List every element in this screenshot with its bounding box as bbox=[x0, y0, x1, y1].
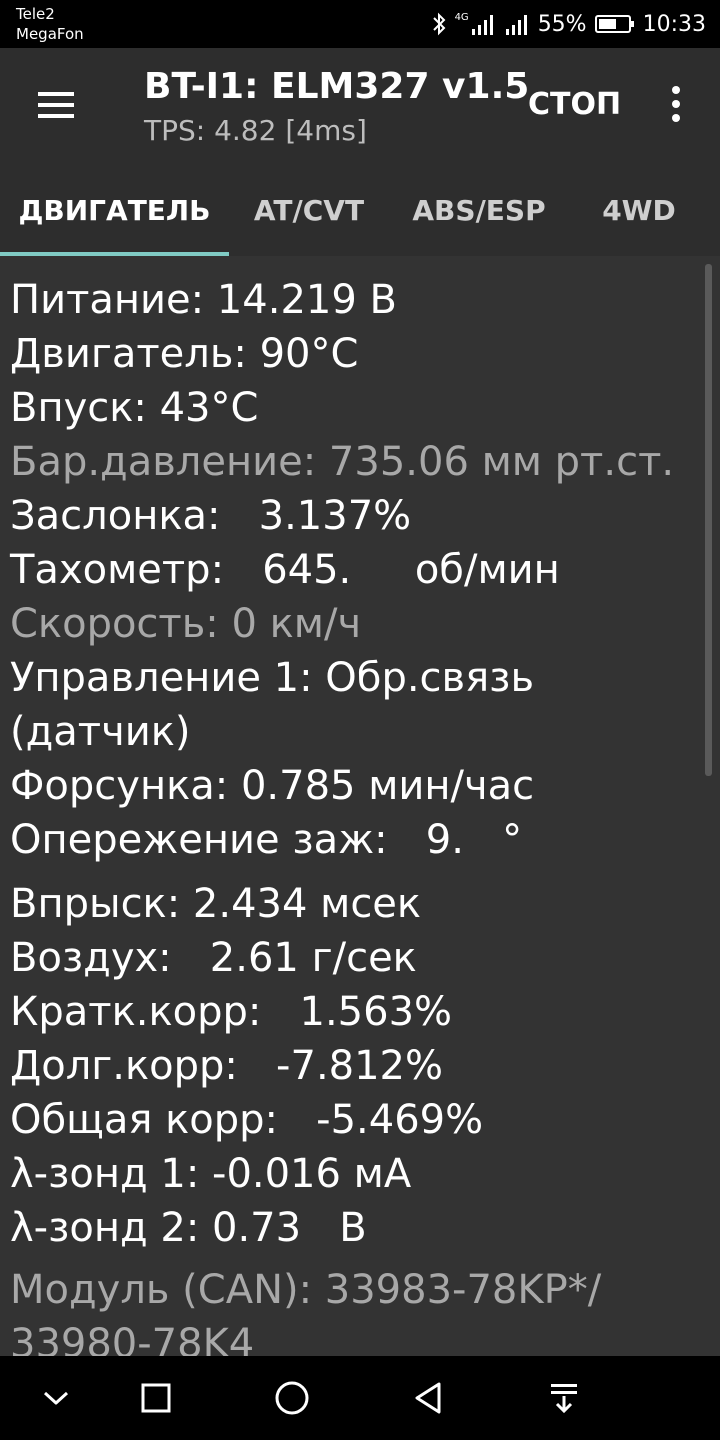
reading-injection: Впрыск: 2.434 мсек bbox=[10, 881, 422, 927]
scrollbar[interactable] bbox=[705, 264, 712, 776]
tab-abs-esp[interactable]: ABS/ESP bbox=[389, 164, 569, 256]
reading-throttle: Заслонка: 3.137% bbox=[10, 493, 412, 539]
reading-short-term-trim: Кратк.корр: 1.563% bbox=[10, 989, 453, 1035]
status-bar: Tele2 MegaFon 4G 55% 10:33 bbox=[0, 0, 720, 48]
recents-button[interactable] bbox=[128, 1370, 184, 1426]
reading-long-term-trim: Долг.корр: -7.812% bbox=[10, 1043, 444, 1089]
reading-control-mode: Управление 1: Обр.связь bbox=[10, 655, 535, 701]
reading-injector: Форсунка: 0.785 мин/час bbox=[10, 763, 535, 809]
system-nav-bar bbox=[0, 1356, 720, 1440]
network-type-label: 4G bbox=[454, 12, 469, 23]
tab-engine[interactable]: ДВИГАТЕЛЬ bbox=[0, 164, 229, 256]
menu-button[interactable] bbox=[30, 80, 80, 130]
tab-at-cvt[interactable]: AT/CVT bbox=[229, 164, 389, 256]
reading-engine-temp: Двигатель: 90°C bbox=[10, 331, 359, 377]
cellular-signal-1-icon: 4G bbox=[455, 13, 496, 35]
tab-4wd[interactable]: 4WD bbox=[569, 164, 709, 256]
hamburger-icon bbox=[38, 92, 74, 118]
collapse-nav-button[interactable] bbox=[28, 1370, 84, 1426]
carrier-names: Tele2 MegaFon bbox=[16, 4, 84, 44]
back-button[interactable] bbox=[400, 1370, 456, 1426]
app-subtitle: TPS: 4.82 [4ms] bbox=[144, 114, 367, 147]
app-bar: BT-I1: ELM327 v1.5 TPS: 4.82 [4ms] СТОП bbox=[0, 48, 720, 164]
clock: 10:33 bbox=[642, 11, 706, 37]
overflow-menu-button[interactable] bbox=[660, 82, 692, 126]
engine-readings-list[interactable]: Питание: 14.219 В Двигатель: 90°C Впуск:… bbox=[0, 256, 720, 1356]
carrier-2: MegaFon bbox=[16, 25, 84, 43]
reading-barometric-pressure: Бар.давление: 735.06 мм рт.ст. bbox=[10, 439, 675, 485]
square-icon bbox=[141, 1383, 171, 1413]
reading-module-can-cont: 33980-78K4 bbox=[10, 1321, 255, 1356]
reading-lambda-2: λ-зонд 2: 0.73 В bbox=[10, 1205, 367, 1251]
reading-supply-voltage: Питание: 14.219 В bbox=[10, 277, 397, 323]
more-vert-icon bbox=[672, 86, 680, 122]
app-title: BT-I1: ELM327 v1.5 bbox=[144, 66, 530, 107]
reading-tachometer: Тахометр: 645. об/мин bbox=[10, 547, 560, 593]
status-icons: 4G 55% 10:33 bbox=[431, 8, 706, 40]
carrier-1: Tele2 bbox=[16, 5, 55, 23]
reading-ignition-advance: Опережение заж: 9. ° bbox=[10, 817, 523, 863]
bluetooth-icon bbox=[431, 12, 447, 36]
back-triangle-icon bbox=[415, 1382, 441, 1414]
reading-module-can: Модуль (CAN): 33983-78KP*/ bbox=[10, 1267, 602, 1313]
notification-pull-button[interactable] bbox=[536, 1370, 592, 1426]
reading-lambda-1: λ-зонд 1: -0.016 мА bbox=[10, 1151, 412, 1197]
tab-bar: ДВИГАТЕЛЬ AT/CVT ABS/ESP 4WD bbox=[0, 164, 720, 256]
notification-pull-icon bbox=[551, 1384, 577, 1414]
battery-icon bbox=[594, 14, 635, 34]
reading-control-mode-cont: (датчик) bbox=[10, 709, 191, 755]
cellular-signal-2-icon bbox=[504, 13, 530, 35]
circle-icon bbox=[275, 1381, 309, 1415]
chevron-down-icon bbox=[43, 1391, 69, 1405]
reading-speed: Скорость: 0 км/ч bbox=[10, 601, 362, 647]
reading-airflow: Воздух: 2.61 г/сек bbox=[10, 935, 417, 981]
home-button[interactable] bbox=[264, 1370, 320, 1426]
stop-button[interactable]: СТОП bbox=[528, 86, 621, 124]
reading-intake-temp: Впуск: 43°C bbox=[10, 385, 259, 431]
reading-total-trim: Общая корр: -5.469% bbox=[10, 1097, 484, 1143]
battery-percent: 55% bbox=[537, 11, 587, 37]
